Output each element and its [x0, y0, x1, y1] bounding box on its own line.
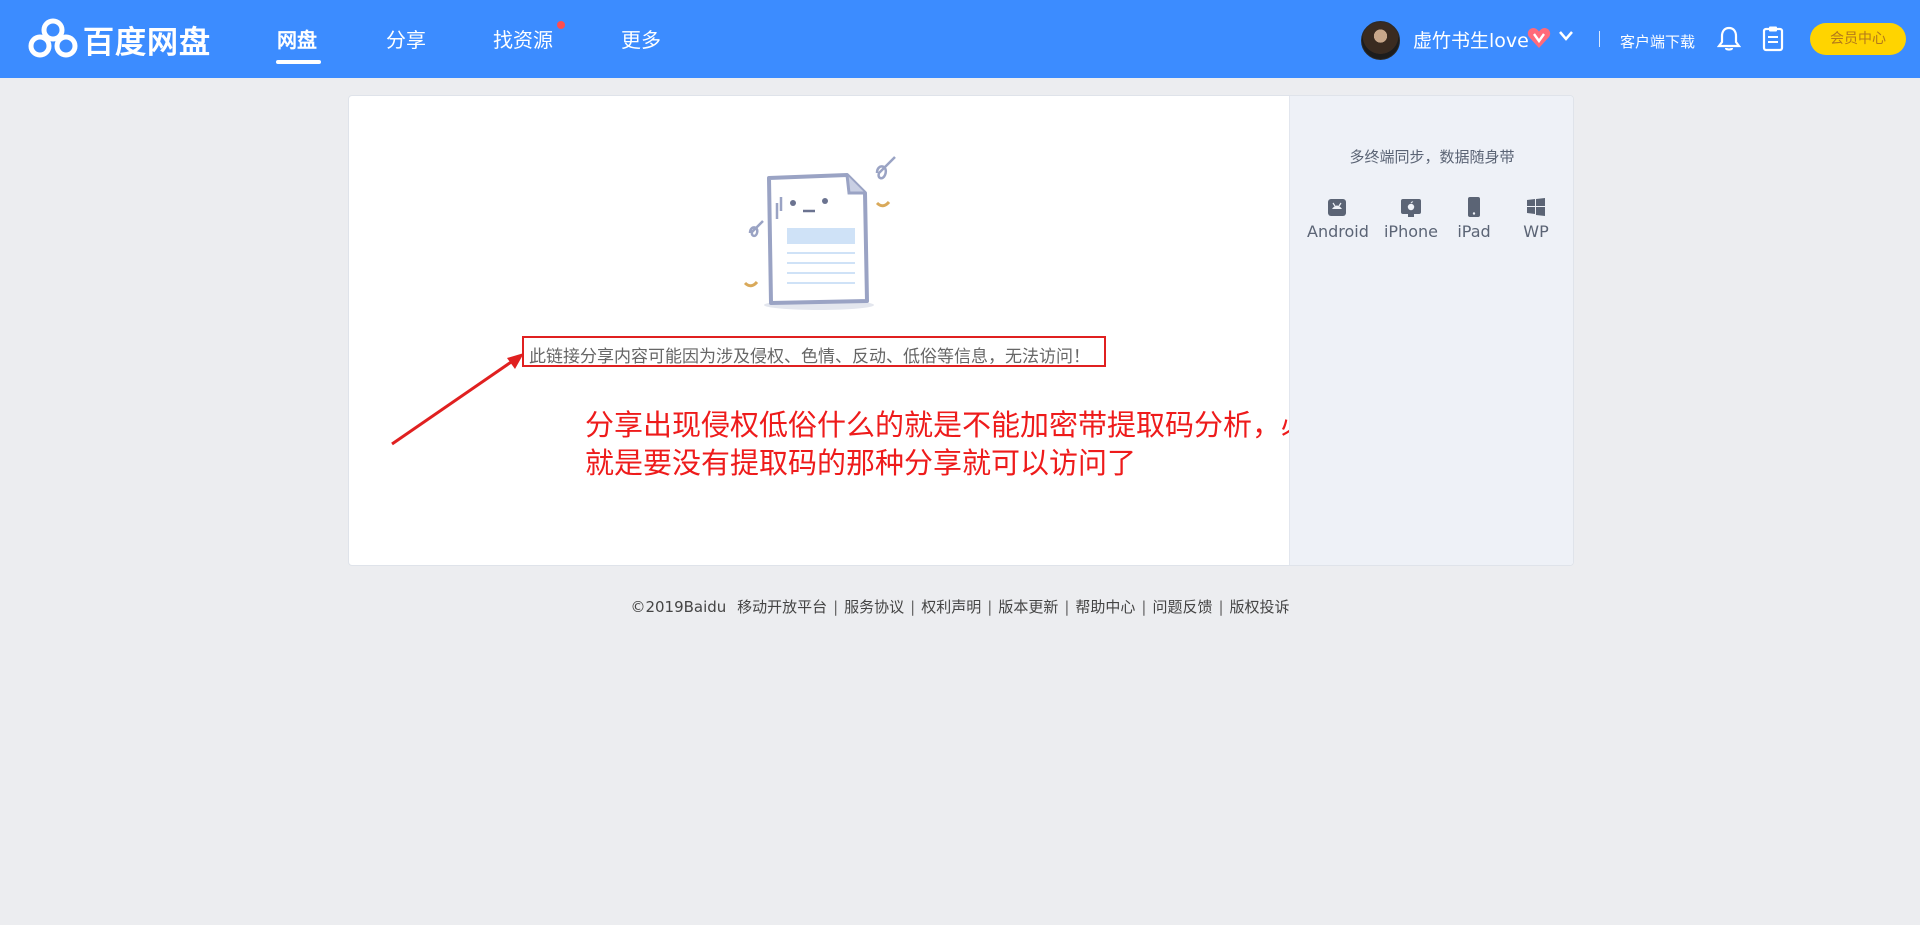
chevron-down-icon[interactable]	[1558, 29, 1574, 43]
tablet-icon	[1468, 197, 1480, 217]
device-iphone[interactable]: iPhone	[1383, 196, 1439, 241]
nav-share[interactable]: 分享	[386, 24, 426, 53]
vip-center-button[interactable]: 会员中心	[1810, 23, 1906, 55]
apple-icon	[1401, 199, 1421, 217]
footer-link-open-platform[interactable]: 移动开放平台	[737, 598, 827, 616]
device-label: Android	[1307, 222, 1369, 241]
logo-text: 百度网盘	[83, 24, 211, 61]
error-message: 此链接分享内容可能因为涉及侵权、色情、反动、低俗等信息，无法访问！	[529, 347, 1090, 367]
footer-separator: |	[987, 598, 993, 616]
empty-document-illustration	[743, 156, 896, 310]
footer-separator: |	[833, 598, 839, 616]
device-ipad[interactable]: iPad	[1454, 196, 1494, 241]
footer-separator: |	[1218, 598, 1224, 616]
username[interactable]: 虚竹书生love	[1413, 26, 1529, 53]
vip-heart-icon	[1527, 28, 1551, 48]
footer-link-rights[interactable]: 权利声明	[921, 598, 981, 616]
footer-link-feedback[interactable]: 问题反馈	[1152, 598, 1212, 616]
footer-separator: |	[1141, 598, 1147, 616]
footer-link-updates[interactable]: 版本更新	[998, 598, 1058, 616]
top-navigation-bar: 百度网盘 网盘 分享 找资源 更多 虚竹书生love 客户端下载 会员中心	[0, 0, 1920, 78]
nav-find-resources[interactable]: 找资源	[493, 24, 553, 53]
device-android[interactable]: Android	[1307, 196, 1369, 241]
bell-icon[interactable]	[1717, 26, 1741, 52]
baidu-netdisk-logo[interactable]: 百度网盘	[27, 18, 211, 61]
footer-link-service-agreement[interactable]: 服务协议	[844, 598, 904, 616]
footer-link-copyright-complaint[interactable]: 版权投诉	[1230, 598, 1290, 616]
footer-copyright: ©2019Baidu	[630, 598, 727, 616]
device-label: iPhone	[1383, 222, 1438, 241]
download-sidebar: 多终端同步，数据随身带 Android iPhone iPad WP	[1289, 96, 1573, 565]
windows-icon	[1527, 198, 1545, 216]
user-avatar[interactable]	[1361, 21, 1400, 60]
footer-separator: |	[1064, 598, 1070, 616]
clipboard-icon[interactable]	[1762, 25, 1784, 52]
device-wp[interactable]: WP	[1518, 196, 1554, 241]
device-label: iPad	[1457, 222, 1491, 241]
cloud-logo-icon	[28, 18, 78, 58]
notification-dot	[557, 21, 565, 29]
sidebar-title: 多终端同步，数据随身带	[1349, 148, 1515, 166]
footer-separator: |	[910, 598, 916, 616]
nav-more[interactable]: 更多	[621, 24, 661, 53]
android-icon	[1328, 199, 1346, 216]
device-label: WP	[1523, 222, 1549, 241]
divider	[1599, 31, 1600, 47]
nav-netdisk[interactable]: 网盘	[277, 24, 317, 53]
share-error-card: 此链接分享内容可能因为涉及侵权、色情、反动、低俗等信息，无法访问！ 分享出现侵权…	[348, 95, 1574, 566]
active-nav-indicator	[276, 60, 321, 64]
page-footer: ©2019Baidu 移动开放平台 | 服务协议 | 权利声明 | 版本更新 | 帮助中心 | 问题…	[0, 596, 1920, 617]
footer-link-help[interactable]: 帮助中心	[1075, 598, 1135, 616]
client-download-link[interactable]: 客户端下载	[1620, 31, 1695, 52]
